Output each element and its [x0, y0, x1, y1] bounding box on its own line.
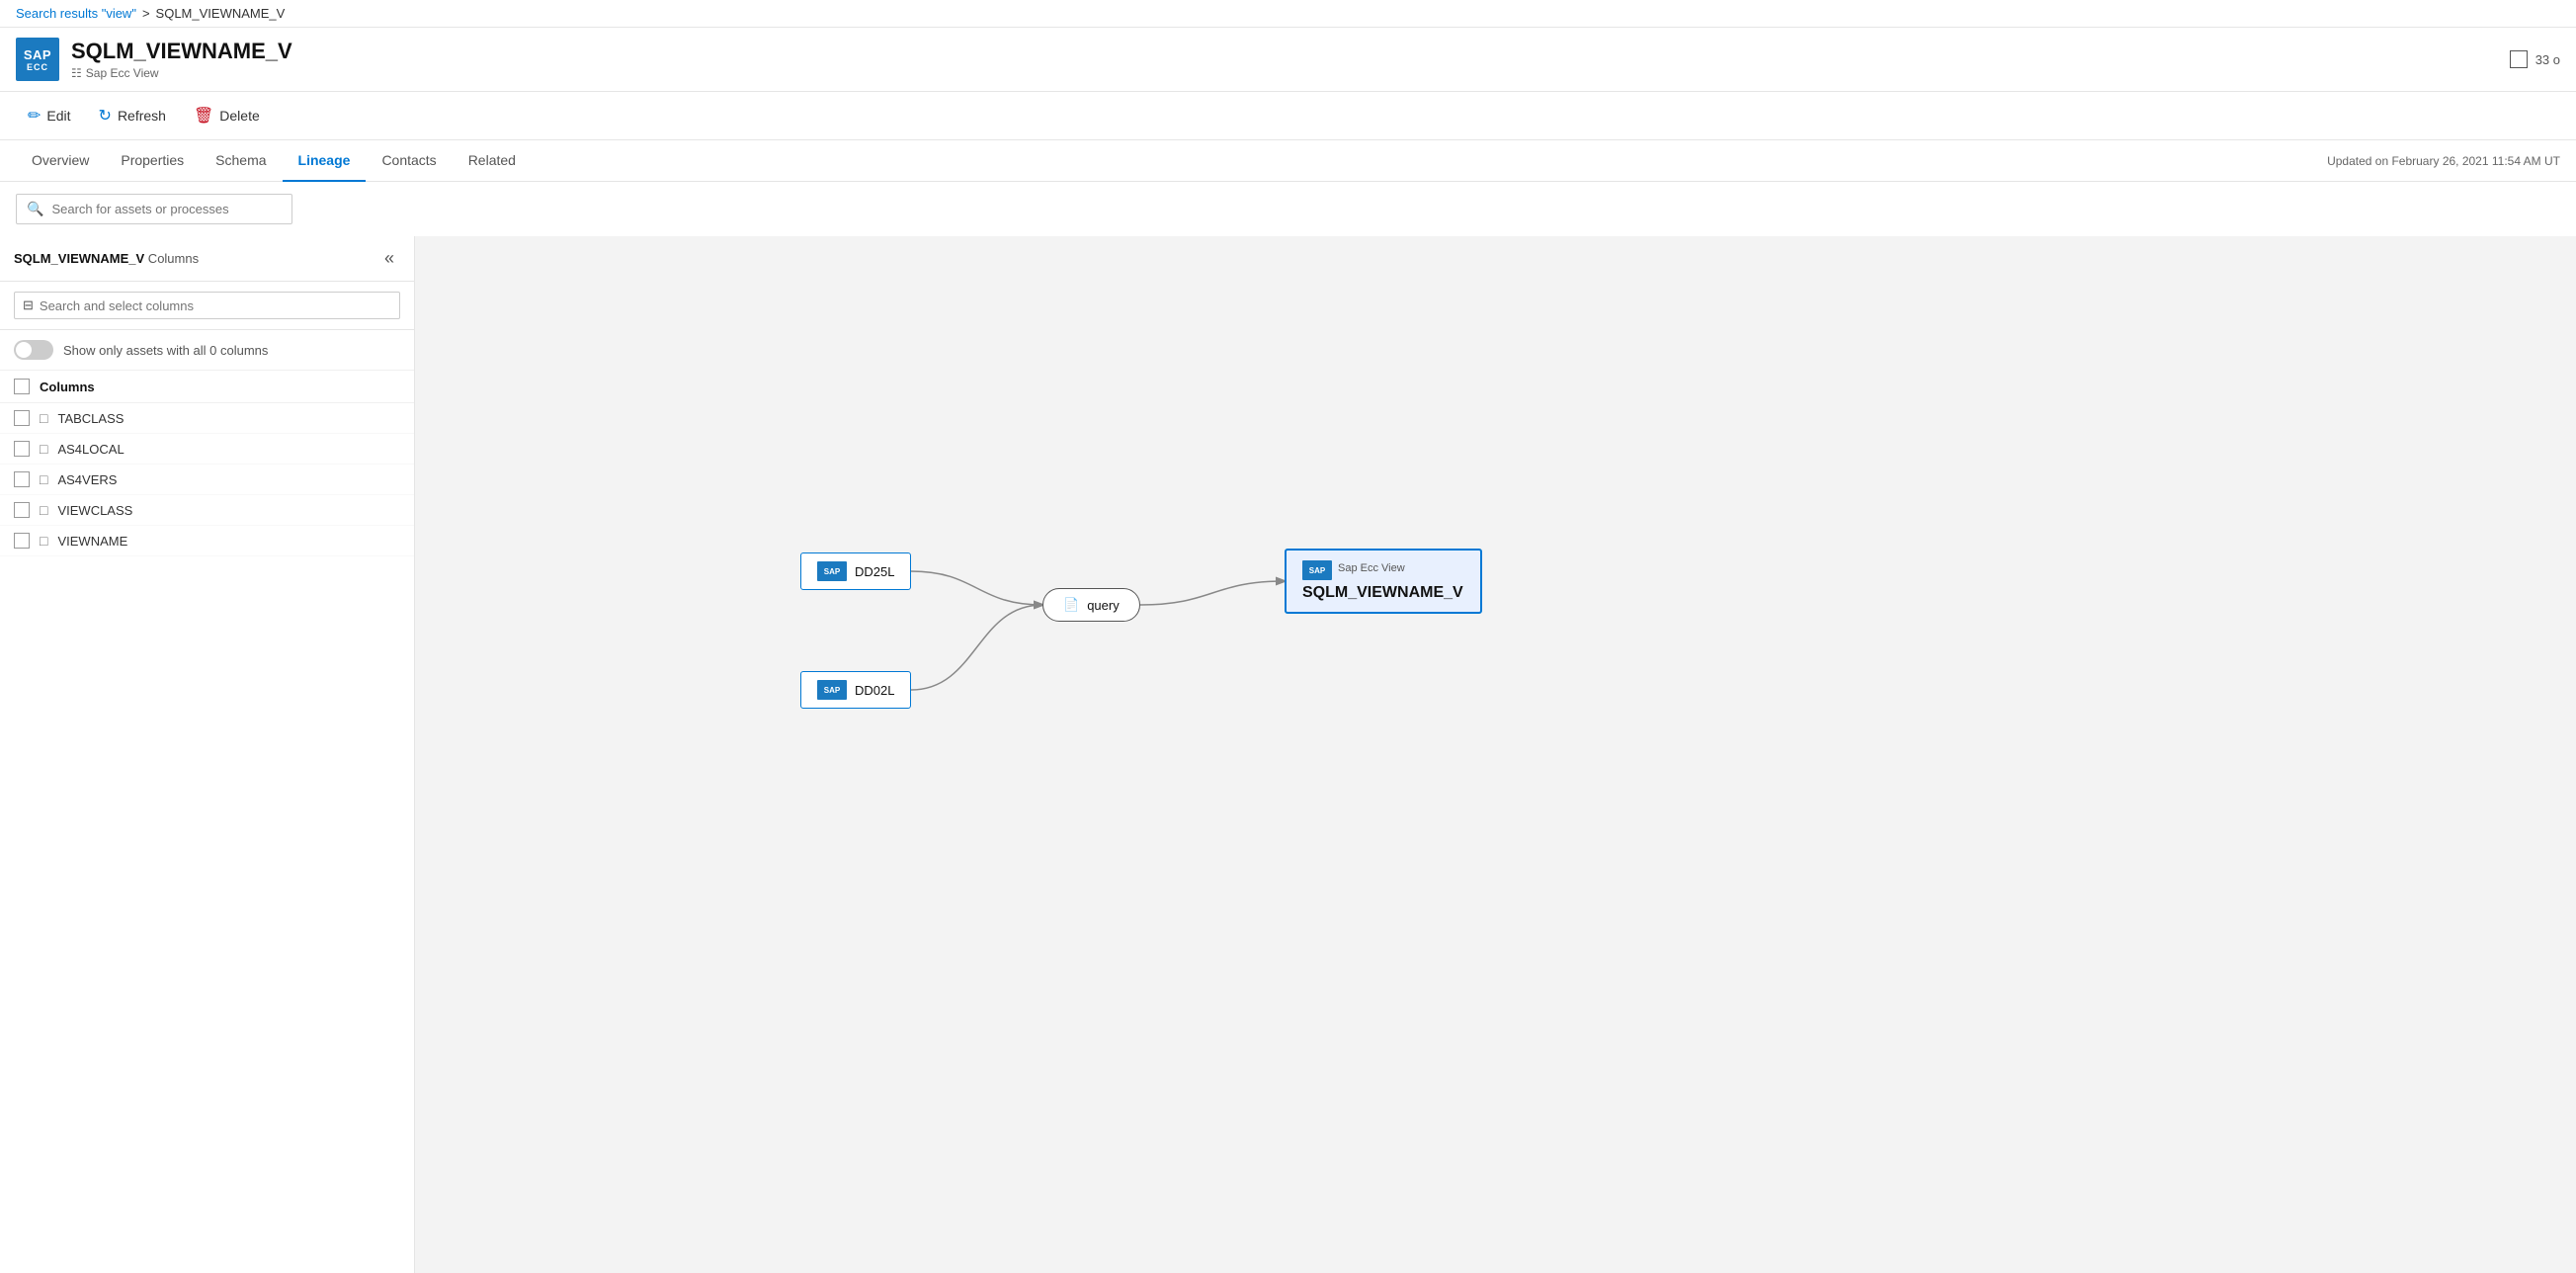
asset-title: SQLM_VIEWNAME_V: [71, 39, 2498, 64]
search-bar[interactable]: 🔍: [16, 194, 292, 224]
list-item[interactable]: □ VIEWNAME: [0, 526, 414, 556]
panel-title-rest: Columns: [144, 251, 199, 266]
search-container: 🔍: [0, 182, 2576, 236]
sap-logo-top: SAP: [24, 47, 51, 62]
toggle-switch[interactable]: [14, 340, 53, 360]
column-icon: □: [40, 533, 47, 549]
filter-icon: ⊟: [23, 297, 34, 313]
edit-label: Edit: [46, 108, 70, 124]
updated-timestamp: Updated on February 26, 2021 11:54 AM UT: [2327, 142, 2560, 180]
main-content: SQLM_VIEWNAME_V Columns « ⊟ Show only as…: [0, 236, 2576, 1273]
toggle-label: Show only assets with all 0 columns: [63, 343, 268, 358]
breadcrumb-separator: >: [142, 6, 150, 21]
panel-search-inner[interactable]: ⊟: [14, 292, 400, 319]
table-icon: ☷: [71, 66, 82, 80]
delete-label: Delete: [219, 108, 259, 124]
lineage-connections-svg: [415, 236, 2576, 1273]
node-dd02l-label: DD02L: [855, 683, 894, 698]
header-checkbox[interactable]: [2510, 50, 2528, 68]
toolbar: ✏ Edit ↻ Refresh 🗑 Delete: [0, 92, 2576, 140]
edit-icon: ✏: [28, 106, 41, 126]
header-count: 33 o: [2535, 52, 2560, 67]
dest-logo-row: SAP Sap Ecc View: [1302, 560, 1464, 580]
sap-logo: SAP ECC: [16, 38, 59, 81]
list-item[interactable]: □ TABCLASS: [0, 403, 414, 434]
search-icon: 🔍: [27, 201, 43, 217]
tab-schema[interactable]: Schema: [200, 140, 282, 182]
panel-header: SQLM_VIEWNAME_V Columns «: [0, 236, 414, 282]
left-panel: SQLM_VIEWNAME_V Columns « ⊟ Show only as…: [0, 236, 415, 1273]
refresh-label: Refresh: [118, 108, 166, 124]
column-name: VIEWCLASS: [57, 503, 132, 518]
panel-title-bold: SQLM_VIEWNAME_V: [14, 251, 144, 266]
column-icon: □: [40, 410, 47, 426]
node-dd25l-label: DD25L: [855, 564, 894, 579]
dest-subtitle: Sap Ecc View: [1338, 562, 1405, 574]
toggle-row: Show only assets with all 0 columns: [0, 330, 414, 371]
lineage-canvas: SAP DD25L SAP DD02L 📄 query SAP Sap Ecc …: [415, 236, 2576, 1273]
panel-title: SQLM_VIEWNAME_V Columns: [14, 251, 199, 266]
sap-mini-icon-dd02l: SAP: [817, 680, 847, 700]
lineage-node-dd02l[interactable]: SAP DD02L: [800, 671, 911, 709]
delete-button[interactable]: 🗑 Delete: [182, 100, 272, 131]
delete-icon: 🗑: [194, 106, 213, 126]
sap-mini-icon-dd25l: SAP: [817, 561, 847, 581]
column-icon: □: [40, 441, 47, 457]
column-icon: □: [40, 502, 47, 518]
search-input[interactable]: [51, 202, 282, 216]
asset-subtitle: ☷ Sap Ecc View: [71, 66, 2498, 80]
list-item[interactable]: □ AS4LOCAL: [0, 434, 414, 465]
panel-collapse-button[interactable]: «: [378, 246, 400, 271]
tab-overview[interactable]: Overview: [16, 140, 105, 182]
column-name: AS4VERS: [57, 472, 117, 487]
column-checkbox[interactable]: [14, 533, 30, 549]
dest-title: SQLM_VIEWNAME_V: [1302, 584, 1464, 602]
column-search-input[interactable]: [40, 298, 391, 313]
asset-type: Sap Ecc View: [86, 66, 159, 80]
breadcrumb: Search results "view" > SQLM_VIEWNAME_V: [0, 0, 2576, 28]
column-checkbox[interactable]: [14, 441, 30, 457]
breadcrumb-current: SQLM_VIEWNAME_V: [156, 6, 286, 21]
lineage-node-dest[interactable]: SAP Sap Ecc View SQLM_VIEWNAME_V: [1285, 549, 1482, 614]
refresh-button[interactable]: ↻ Refresh: [87, 100, 178, 131]
tab-properties[interactable]: Properties: [105, 140, 200, 182]
lineage-node-query[interactable]: 📄 query: [1042, 588, 1140, 622]
select-all-checkbox[interactable]: [14, 379, 30, 394]
columns-header-label: Columns: [40, 380, 95, 394]
header-info: SQLM_VIEWNAME_V ☷ Sap Ecc View: [71, 39, 2498, 80]
lineage-node-dd25l[interactable]: SAP DD25L: [800, 552, 911, 590]
tab-related[interactable]: Related: [453, 140, 532, 182]
refresh-icon: ↻: [99, 106, 112, 126]
column-checkbox[interactable]: [14, 410, 30, 426]
column-list: □ TABCLASS □ AS4LOCAL □ AS4VERS □ VIEWCL…: [0, 403, 414, 556]
query-icon: 📄: [1063, 597, 1079, 613]
tabs-bar: Overview Properties Schema Lineage Conta…: [0, 140, 2576, 182]
node-query-label: query: [1087, 598, 1120, 613]
list-item[interactable]: □ AS4VERS: [0, 465, 414, 495]
column-checkbox[interactable]: [14, 471, 30, 487]
tab-contacts[interactable]: Contacts: [366, 140, 452, 182]
column-name: VIEWNAME: [57, 534, 127, 549]
columns-header: Columns: [0, 371, 414, 403]
page-header: SAP ECC SQLM_VIEWNAME_V ☷ Sap Ecc View 3…: [0, 28, 2576, 92]
sap-dest-icon: SAP: [1302, 560, 1332, 580]
edit-button[interactable]: ✏ Edit: [16, 100, 83, 131]
column-checkbox[interactable]: [14, 502, 30, 518]
column-icon: □: [40, 471, 47, 487]
breadcrumb-link[interactable]: Search results "view": [16, 6, 136, 21]
column-name: AS4LOCAL: [57, 442, 124, 457]
column-name: TABCLASS: [57, 411, 124, 426]
sap-logo-bottom: ECC: [27, 62, 48, 72]
list-item[interactable]: □ VIEWCLASS: [0, 495, 414, 526]
tab-lineage[interactable]: Lineage: [283, 140, 367, 182]
panel-search: ⊟: [0, 282, 414, 330]
header-right: 33 o: [2510, 50, 2560, 68]
